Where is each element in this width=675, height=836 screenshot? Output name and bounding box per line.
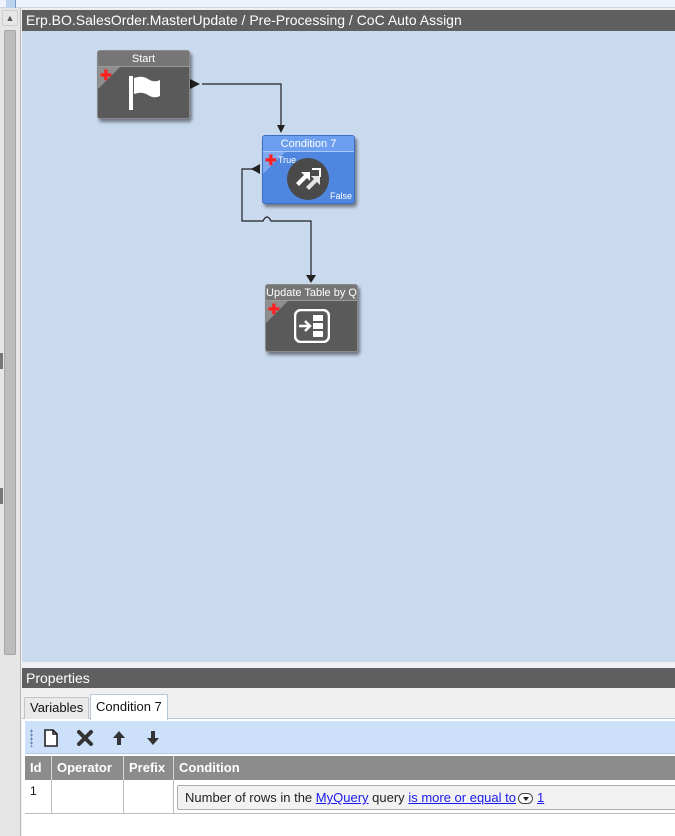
chevron-down-icon[interactable] (517, 793, 533, 805)
column-prefix[interactable]: Prefix (124, 756, 174, 780)
row-condition: Number of rows in the MyQuery query is m… (174, 780, 675, 814)
splitter-grip[interactable] (0, 488, 3, 504)
condition-node[interactable]: Condition 7 ✚ True False (262, 135, 355, 204)
update-table-node[interactable]: Update Table by Q ✚ (265, 284, 358, 352)
toolbar-grip[interactable] (30, 729, 33, 747)
top-strip (0, 0, 675, 8)
properties-header: Properties (22, 668, 675, 688)
condition-toolbar (25, 721, 675, 754)
condition-node-title: Condition 7 (263, 136, 354, 152)
row-id: 1 (25, 780, 52, 814)
workflow-canvas[interactable]: Start ✚ Condition 7 ✚ True False Update … (22, 31, 675, 662)
move-up-icon[interactable] (107, 726, 131, 750)
flag-icon (129, 76, 160, 110)
value-link[interactable]: 1 (537, 790, 544, 805)
conditions-grid: Id Operator Prefix Condition 1 Number of… (25, 756, 675, 836)
scroll-up-arrow-icon[interactable]: ▲ (2, 10, 18, 26)
start-node-title: Start (98, 51, 189, 67)
document-tab-edge[interactable] (6, 0, 16, 8)
update-input-arrow-icon (306, 275, 316, 283)
start-output-arrow-icon (190, 79, 200, 89)
add-icon[interactable]: ✚ (268, 302, 280, 316)
add-icon[interactable]: ✚ (265, 153, 277, 167)
delete-icon[interactable] (73, 726, 97, 750)
grid-header: Id Operator Prefix Condition (25, 756, 675, 780)
row-prefix[interactable] (124, 780, 174, 814)
tab-condition-7[interactable]: Condition 7 (90, 694, 168, 720)
add-icon[interactable]: ✚ (100, 68, 112, 82)
splitter-grip[interactable] (0, 353, 3, 369)
tab-variables[interactable]: Variables (24, 697, 90, 719)
condition-text: Number of rows in the (185, 790, 313, 805)
start-node[interactable]: Start ✚ (97, 50, 190, 119)
column-id[interactable]: Id (25, 756, 52, 780)
table-row[interactable]: 1 Number of rows in the MyQuery query is… (25, 780, 675, 814)
left-scrollbar[interactable]: ▲ (0, 8, 21, 836)
properties-tabs: Variables Condition 7 (22, 688, 675, 720)
condition-input-arrow-icon (277, 125, 285, 133)
condition-expression[interactable]: Number of rows in the MyQuery query is m… (177, 785, 675, 810)
condition-text: query (372, 790, 405, 805)
false-label: False (329, 191, 352, 201)
move-down-icon[interactable] (141, 726, 165, 750)
condition-arrows-icon (287, 158, 329, 200)
workflow-breadcrumb: Erp.BO.SalesOrder.MasterUpdate / Pre-Pro… (22, 10, 675, 31)
new-icon[interactable] (39, 726, 63, 750)
true-input-arrow-icon (251, 164, 260, 174)
query-link[interactable]: MyQuery (316, 790, 369, 805)
properties-panel: Variables Condition 7 Id Operator Prefix… (22, 688, 675, 836)
update-table-icon (294, 309, 330, 343)
column-condition[interactable]: Condition (174, 756, 675, 780)
row-operator[interactable] (52, 780, 124, 814)
column-operator[interactable]: Operator (52, 756, 124, 780)
comparison-link[interactable]: is more or equal to (408, 790, 516, 805)
scroll-thumb[interactable] (4, 30, 16, 655)
update-table-node-title: Update Table by Q (266, 285, 357, 301)
